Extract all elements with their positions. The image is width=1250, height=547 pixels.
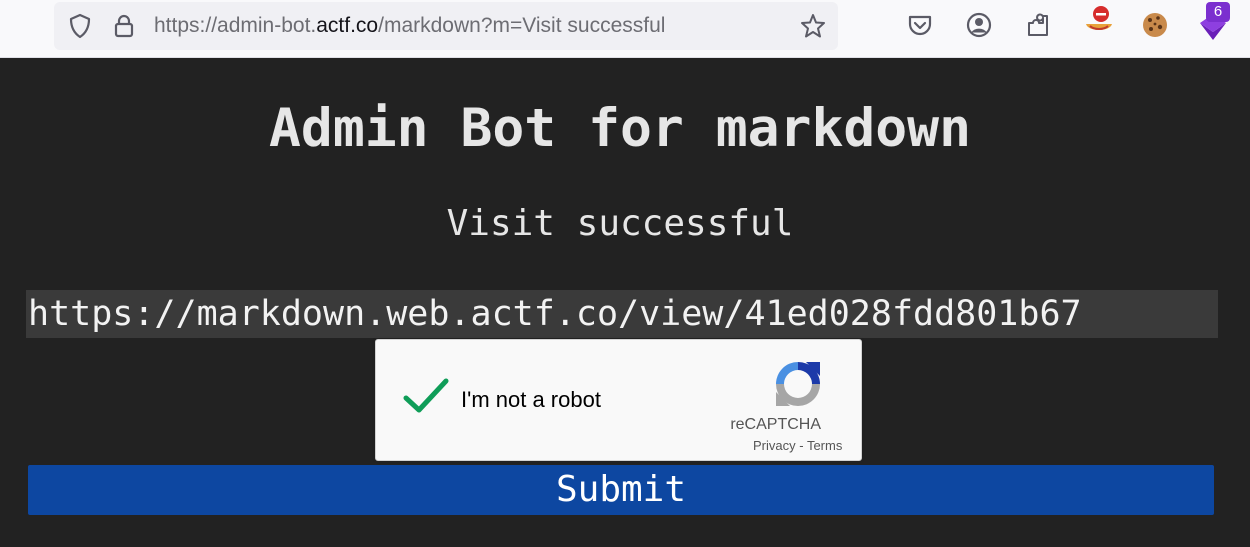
- link-separator: -: [795, 438, 807, 453]
- recaptcha-brand: reCAPTCHA: [730, 416, 821, 433]
- extensions-puzzle-icon[interactable]: [1021, 8, 1055, 42]
- browser-toolbar: https://admin-bot.actf.co/markdown?m=Vis…: [0, 0, 1250, 58]
- url-prefix: https://admin-bot.: [154, 14, 317, 37]
- address-bar[interactable]: https://admin-bot.actf.co/markdown?m=Vis…: [54, 2, 838, 50]
- lock-icon[interactable]: [110, 12, 138, 40]
- pocket-icon[interactable]: [903, 8, 937, 42]
- url-input[interactable]: [26, 290, 1218, 338]
- blocked-extension-icon[interactable]: [1080, 4, 1118, 42]
- recaptcha-logo-icon: [776, 362, 820, 406]
- bookmark-star-icon[interactable]: [799, 12, 827, 40]
- checkmark-icon[interactable]: [402, 376, 450, 416]
- status-message: Visit successful: [446, 203, 794, 244]
- submit-button[interactable]: Submit: [28, 465, 1214, 515]
- extension-badge: 6: [1206, 2, 1230, 22]
- recaptcha-links: Privacy - Terms: [753, 438, 842, 453]
- recaptcha-widget: I'm not a robot reCAPTCHA Privacy - Term…: [375, 339, 862, 461]
- url-text[interactable]: https://admin-bot.actf.co/markdown?m=Vis…: [154, 2, 665, 50]
- page-title: Admin Bot for markdown: [269, 98, 971, 159]
- account-icon[interactable]: [962, 8, 996, 42]
- url-suffix: /markdown?m=Visit successful: [378, 14, 666, 37]
- privacy-link[interactable]: Privacy: [753, 438, 796, 453]
- tracking-protection-shield-icon[interactable]: [66, 12, 94, 40]
- terms-link[interactable]: Terms: [807, 438, 842, 453]
- recaptcha-checkbox-label[interactable]: I'm not a robot: [461, 387, 601, 413]
- cookie-icon[interactable]: [1138, 8, 1172, 42]
- url-host: actf.co: [316, 14, 379, 37]
